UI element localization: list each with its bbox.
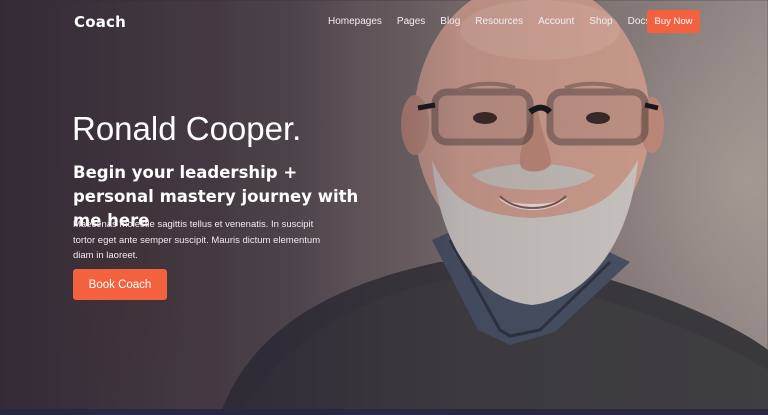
nav-link-shop[interactable]: Shop xyxy=(589,16,612,27)
buy-now-button[interactable]: Buy Now xyxy=(647,10,700,33)
nav-link-blog[interactable]: Blog xyxy=(440,16,460,27)
nav-link-homepages[interactable]: Homepages xyxy=(328,16,382,27)
hero-body-text: Maecenas molestie sagittis tellus et ven… xyxy=(73,219,321,261)
nav-links: Homepages Pages Blog Resources Account S… xyxy=(328,16,665,27)
hero-section: Coach Homepages Pages Blog Resources Acc… xyxy=(0,0,768,415)
site-logo[interactable]: Coach xyxy=(74,13,126,31)
nav-link-pages[interactable]: Pages xyxy=(397,16,425,27)
bottom-strip xyxy=(0,409,768,415)
nav-link-resources[interactable]: Resources xyxy=(475,16,523,27)
hero-headline: Ronald Cooper. xyxy=(72,110,302,147)
top-nav: Coach Homepages Pages Blog Resources Acc… xyxy=(0,0,768,44)
book-coach-button[interactable]: Book Coach xyxy=(73,269,167,300)
nav-link-account[interactable]: Account xyxy=(538,16,574,27)
